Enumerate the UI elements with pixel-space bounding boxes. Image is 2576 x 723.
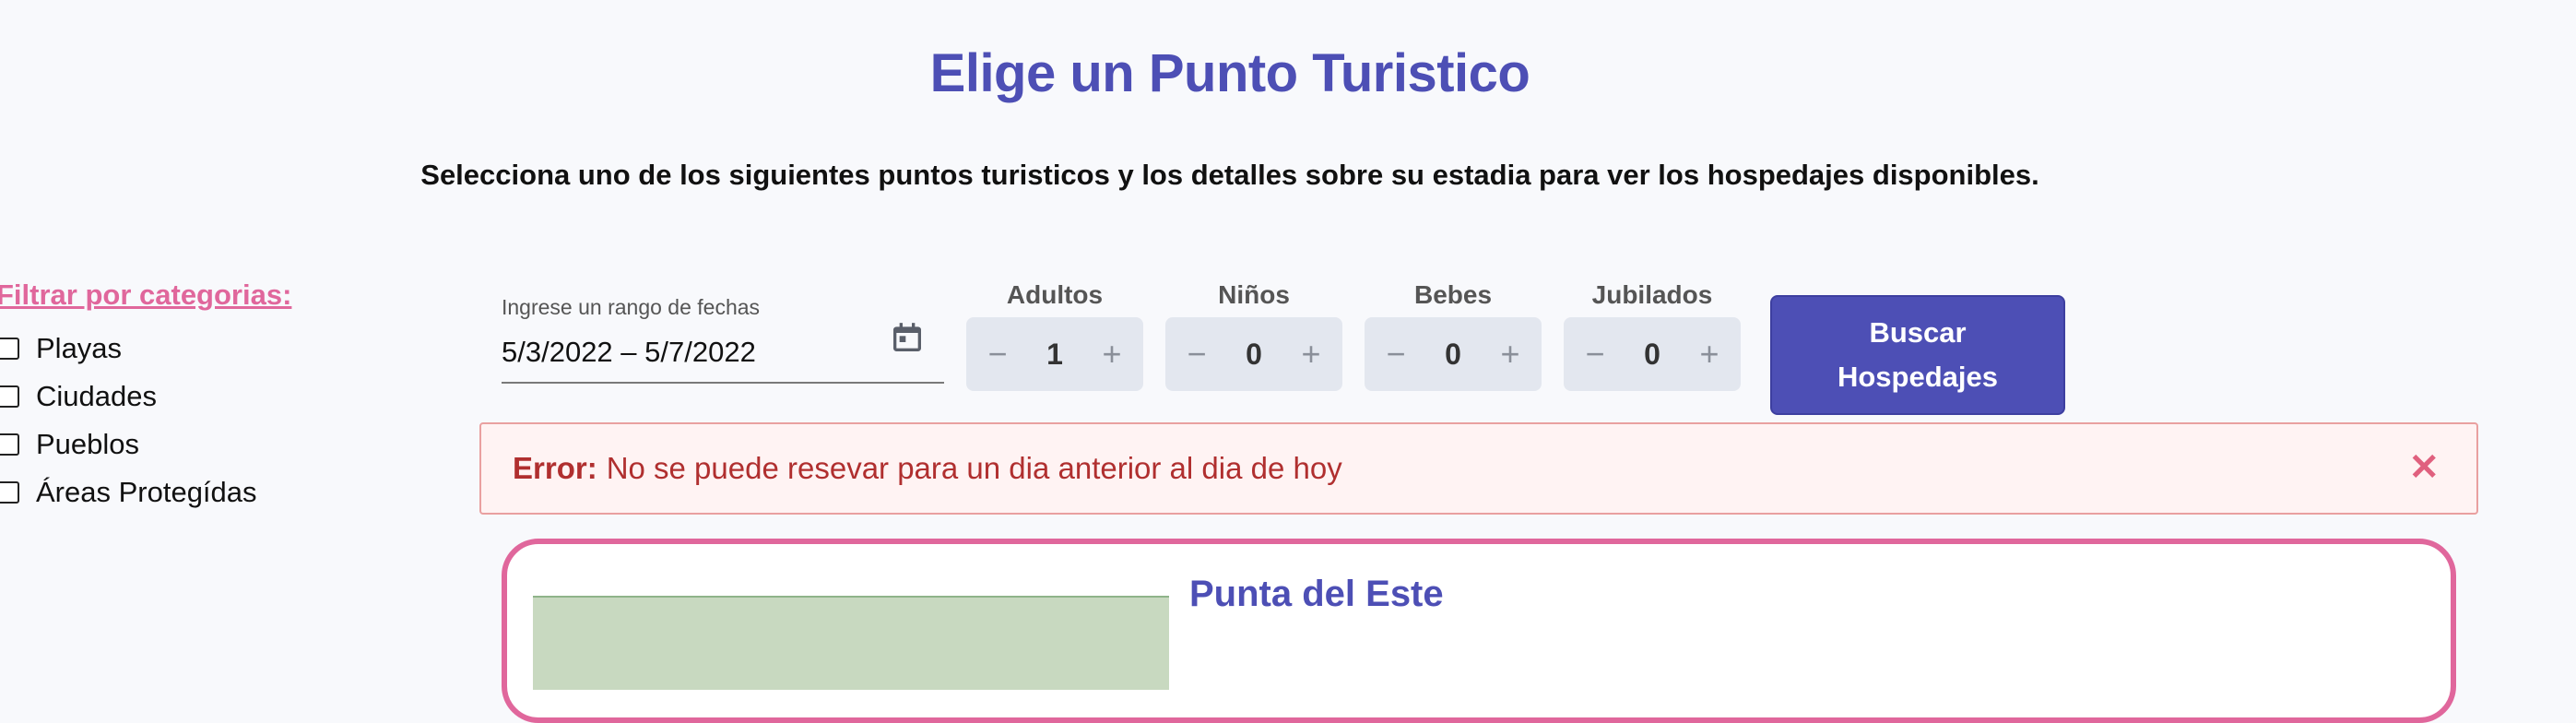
- counter-value: 1: [1046, 337, 1063, 371]
- search-button-line2: Hospedajes: [1837, 361, 1998, 393]
- card-title: Punta del Este: [1189, 574, 1444, 614]
- filter-item-pueblos[interactable]: Pueblos: [0, 421, 257, 468]
- filter-item-areas-protegidas[interactable]: Áreas Protegídas: [0, 468, 257, 516]
- page-title: Elige un Punto Turistico: [929, 43, 1530, 103]
- tourist-spot-card[interactable]: Punta del Este: [502, 539, 2456, 723]
- checkbox-pueblos[interactable]: [0, 433, 19, 456]
- search-hospedajes-button[interactable]: Buscar Hospedajes: [1770, 295, 2065, 415]
- date-range-value[interactable]: 5/3/2022 – 5/7/2022: [502, 336, 756, 369]
- counter-label: Bebes: [1413, 280, 1493, 309]
- search-button-line1: Buscar: [1869, 316, 1967, 349]
- error-label: Error:: [513, 451, 597, 485]
- decrement-button[interactable]: −: [979, 336, 1016, 373]
- filter-title[interactable]: Filtrar por categorias:: [0, 279, 291, 312]
- filter-label: Ciudades: [36, 380, 157, 412]
- filter-item-playas[interactable]: Playas: [0, 325, 257, 373]
- filter-item-ciudades[interactable]: Ciudades: [0, 373, 257, 421]
- counter-label: Adultos: [1006, 280, 1104, 309]
- increment-button[interactable]: +: [1093, 336, 1130, 373]
- increment-button[interactable]: +: [1691, 336, 1728, 373]
- category-filter-list: Playas Ciudades Pueblos Áreas Protegídas: [0, 325, 257, 516]
- checkbox-areas-protegidas[interactable]: [0, 481, 19, 504]
- filter-label: Áreas Protegídas: [36, 476, 257, 508]
- jubilados-stepper: − 0 +: [1564, 317, 1741, 391]
- filter-label: Pueblos: [36, 428, 140, 460]
- counter-value: 0: [1644, 337, 1660, 371]
- increment-button[interactable]: +: [1293, 336, 1329, 373]
- counter-value: 0: [1246, 337, 1262, 371]
- decrement-button[interactable]: −: [1377, 336, 1414, 373]
- increment-button[interactable]: +: [1492, 336, 1529, 373]
- adultos-stepper: − 1 +: [966, 317, 1143, 391]
- decrement-button[interactable]: −: [1577, 336, 1613, 373]
- date-range-field[interactable]: Ingrese un rango de fechas 5/3/2022 – 5/…: [502, 293, 944, 384]
- counter-jubilados: Jubilados − 0 +: [1564, 277, 1741, 391]
- counter-label: Niños: [1218, 280, 1290, 309]
- card-image: [533, 596, 1169, 690]
- decrement-button[interactable]: −: [1178, 336, 1215, 373]
- page-subtitle: Selecciona uno de los siguientes puntos …: [420, 159, 2039, 191]
- bebes-stepper: − 0 +: [1365, 317, 1542, 391]
- counter-adultos: Adultos − 1 +: [966, 277, 1143, 391]
- counter-label: Jubilados: [1591, 280, 1713, 309]
- date-range-label: Ingrese un rango de fechas: [502, 295, 761, 319]
- calendar-icon[interactable]: [889, 319, 926, 356]
- error-alert: Error: No se puede resevar para un dia a…: [479, 422, 2478, 515]
- checkbox-ciudades[interactable]: [0, 385, 19, 408]
- counter-value: 0: [1445, 337, 1461, 371]
- error-message: No se puede resevar para un dia anterior…: [606, 451, 1342, 485]
- ninos-stepper: − 0 +: [1165, 317, 1342, 391]
- filter-label: Playas: [36, 332, 123, 364]
- counter-ninos: Niños − 0 +: [1165, 277, 1342, 391]
- counter-bebes: Bebes − 0 +: [1365, 277, 1542, 391]
- close-icon[interactable]: ✕: [2408, 446, 2440, 489]
- checkbox-playas[interactable]: [0, 338, 19, 360]
